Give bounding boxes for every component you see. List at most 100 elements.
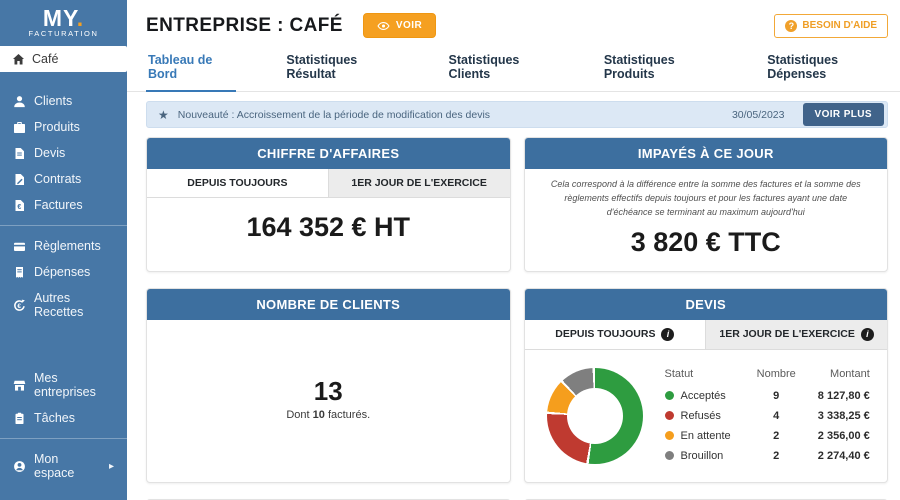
document-pen-icon — [13, 173, 26, 186]
devis-legend-table: StatutNombreMontant Acceptés98 127,80 €R… — [665, 366, 870, 466]
clients-subtext: Dont 10 facturés. — [286, 409, 370, 421]
clipboard-icon — [13, 412, 26, 425]
legend-amount: 2 274,40 € — [796, 446, 870, 466]
logo-text: MY. — [8, 6, 119, 30]
besoin-aide-button[interactable]: ? BESOIN D'AIDE — [774, 14, 888, 38]
dashboard-grid: CHIFFRE D'AFFAIRES DEPUIS TOUJOURS 1ER J… — [146, 137, 888, 500]
legend-head-row: StatutNombreMontant — [665, 366, 870, 386]
legend-header: Nombre — [731, 366, 796, 386]
legend-dot-icon — [665, 411, 674, 420]
legend-dot-icon — [665, 451, 674, 460]
legend-count: 2 — [731, 426, 796, 446]
svg-text:€: € — [17, 303, 21, 310]
card-nombre-clients: NOMBRE DE CLIENTS 13 Dont 10 facturés. — [146, 288, 511, 483]
legend-amount: 2 356,00 € — [796, 426, 870, 446]
card-impayes: IMPAYÉS À CE JOUR Cela correspond à la d… — [524, 137, 889, 272]
sidebar-item-clients[interactable]: Clients — [0, 88, 127, 114]
star-icon: ★ — [158, 108, 169, 122]
tab-statistiques-produits[interactable]: Statistiques Produits — [602, 53, 717, 91]
chevron-right-icon: ▸ — [109, 461, 114, 472]
app-logo[interactable]: MY. FACTURATION — [0, 0, 127, 46]
sidebar-item-mes-entreprises[interactable]: Mes entreprises — [0, 365, 127, 405]
voir-button[interactable]: VOIR — [363, 13, 436, 38]
user-circle-icon — [13, 460, 26, 473]
home-icon — [12, 53, 25, 66]
eye-icon — [377, 21, 390, 31]
legend-dot-icon — [665, 431, 674, 440]
legend-body: Acceptés98 127,80 €Refusés43 338,25 €En … — [665, 386, 870, 466]
store-icon — [13, 379, 26, 392]
sidebar-item-label: Café — [32, 52, 58, 66]
tab-statistiques-depenses[interactable]: Statistiques Dépenses — [765, 53, 888, 91]
sidebar-item-label: Mon espace — [34, 452, 101, 480]
sidebar-item-label: Factures — [34, 198, 83, 212]
legend-status: Acceptés — [665, 386, 731, 406]
card-title: IMPAYÉS À CE JOUR — [525, 138, 888, 169]
sidebar-item-depenses[interactable]: Dépenses — [0, 259, 127, 285]
banner-text: Nouveauté : Accroissement de la période … — [178, 109, 723, 121]
banner-date: 30/05/2023 — [732, 109, 785, 121]
legend-header: Montant — [796, 366, 870, 386]
legend-count: 2 — [731, 446, 796, 466]
card-chiffre-affaires: CHIFFRE D'AFFAIRES DEPUIS TOUJOURS 1ER J… — [146, 137, 511, 272]
sidebar-item-autres-recettes[interactable]: € Autres Recettes — [0, 285, 127, 325]
sidebar-item-label: Devis — [34, 146, 65, 160]
sidebar-nav: Clients Produits Devis Contrats € Factur… — [0, 88, 127, 325]
topbar: ENTREPRISE : CAFÉ VOIR ? BESOIN D'AIDE — [127, 0, 900, 38]
clients-count: 13 — [314, 376, 343, 407]
sidebar-item-cafe-selected[interactable]: Café — [0, 46, 127, 72]
wallet-icon — [13, 240, 26, 253]
document-euro-icon: € — [13, 199, 26, 212]
sidebar-item-produits[interactable]: Produits — [0, 114, 127, 140]
impayes-value: 3 820 € TTC — [551, 220, 862, 258]
tab-1er-jour-exercice[interactable]: 1ER JOUR DE L'EXERCICE i — [705, 320, 887, 349]
sidebar-divider — [0, 438, 127, 439]
card-tabs: DEPUIS TOUJOURS 1ER JOUR DE L'EXERCICE — [147, 169, 510, 198]
chiffre-affaires-value: 164 352 € HT — [147, 198, 510, 256]
sidebar-item-reglements[interactable]: Règlements — [0, 233, 127, 259]
legend-status: Refusés — [665, 406, 731, 426]
receipt-icon — [13, 266, 26, 279]
question-icon: ? — [785, 20, 797, 32]
legend-amount: 3 338,25 € — [796, 406, 870, 426]
legend-count: 9 — [731, 386, 796, 406]
tab-depuis-toujours[interactable]: DEPUIS TOUJOURS i — [525, 320, 706, 349]
sidebar-item-mon-espace[interactable]: Mon espace ▸ — [0, 446, 127, 486]
legend-row: En attente22 356,00 € — [665, 426, 870, 446]
legend-row: Acceptés98 127,80 € — [665, 386, 870, 406]
tab-tableau-de-bord[interactable]: Tableau de Bord — [146, 53, 236, 92]
legend-row: Brouillon22 274,40 € — [665, 446, 870, 466]
sidebar-item-label: Produits — [34, 120, 80, 134]
sidebar-bottom-nav: Mes entreprises Tâches Mon espace ▸ — [0, 365, 127, 486]
sidebar-item-contrats[interactable]: Contrats — [0, 166, 127, 192]
voir-plus-button[interactable]: VOIR PLUS — [803, 103, 885, 126]
impayes-body: Cela correspond à la différence entre la… — [525, 169, 888, 271]
info-icon[interactable]: i — [861, 328, 874, 341]
clients-body: 13 Dont 10 facturés. — [147, 320, 510, 477]
sidebar-item-label: Règlements — [34, 239, 101, 253]
legend-amount: 8 127,80 € — [796, 386, 870, 406]
voir-button-label: VOIR — [396, 20, 422, 31]
info-icon[interactable]: i — [661, 328, 674, 341]
help-button-label: BESOIN D'AIDE — [802, 20, 877, 31]
sidebar-item-factures[interactable]: € Factures — [0, 192, 127, 218]
tab-statistiques-clients[interactable]: Statistiques Clients — [447, 53, 554, 91]
sidebar-item-label: Dépenses — [34, 265, 90, 279]
sidebar-item-taches[interactable]: Tâches — [0, 405, 127, 431]
card-title: DEVIS — [525, 289, 888, 320]
legend-status: Brouillon — [665, 446, 731, 466]
refresh-euro-icon: € — [13, 299, 26, 312]
sidebar: MY. FACTURATION Café Clients Produits De… — [0, 0, 127, 500]
tab-1er-jour-exercice[interactable]: 1ER JOUR DE L'EXERCICE — [328, 169, 510, 197]
sidebar-item-label: Tâches — [34, 411, 75, 425]
impayes-description: Cela correspond à la différence entre la… — [551, 178, 862, 220]
tab-statistiques-resultat[interactable]: Statistiques Résultat — [284, 53, 398, 91]
tab-bar: Tableau de Bord Statistiques Résultat St… — [127, 53, 900, 92]
sidebar-divider — [0, 225, 127, 226]
tab-depuis-toujours[interactable]: DEPUIS TOUJOURS — [147, 169, 328, 197]
person-icon — [13, 95, 26, 108]
sidebar-item-label: Clients — [34, 94, 72, 108]
card-title: CHIFFRE D'AFFAIRES — [147, 138, 510, 169]
main-area: ENTREPRISE : CAFÉ VOIR ? BESOIN D'AIDE T… — [127, 0, 900, 500]
sidebar-item-devis[interactable]: Devis — [0, 140, 127, 166]
